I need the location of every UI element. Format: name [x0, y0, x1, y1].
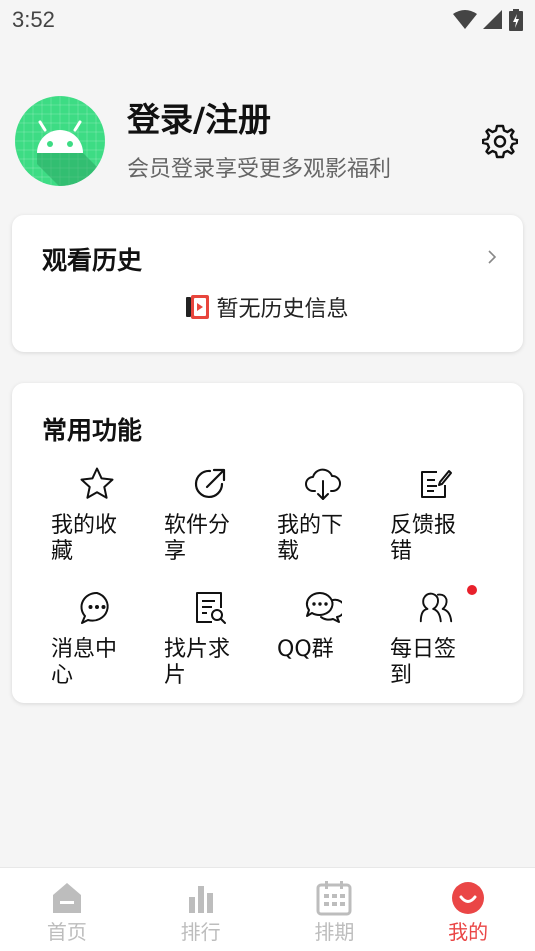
ranking-icon	[183, 880, 219, 916]
bottom-navigation: 首页 排行 排期 我的	[0, 867, 535, 951]
downloads-label: 我的下载	[277, 513, 344, 564]
wifi-icon	[453, 10, 477, 29]
android-robot-icon	[15, 96, 105, 186]
edit-icon	[417, 465, 455, 503]
chat-bubbles-icon	[304, 589, 342, 627]
nav-home-label: 首页	[46, 920, 87, 944]
notification-dot	[467, 585, 477, 595]
qq-group-label: QQ群	[277, 637, 334, 662]
feedback-item[interactable]: 反馈报错	[390, 465, 503, 589]
share-app-item[interactable]: 软件分享	[164, 465, 277, 589]
message-center-label: 消息中心	[51, 637, 118, 688]
downloads-item[interactable]: 我的下载	[277, 465, 390, 589]
history-empty-text: 暂无历史信息	[216, 297, 349, 322]
calendar-icon	[316, 880, 352, 916]
nav-schedule-label: 排期	[314, 920, 355, 944]
qq-group-item[interactable]: QQ群	[277, 589, 390, 713]
nav-mine[interactable]: 我的	[401, 868, 535, 951]
login-register-title[interactable]: 登录/注册	[127, 99, 480, 141]
common-functions-title: 常用功能	[42, 416, 143, 445]
gear-icon	[482, 124, 518, 159]
users-icon	[417, 589, 455, 627]
nav-home[interactable]: 首页	[0, 868, 134, 951]
document-search-icon	[191, 589, 229, 627]
message-icon	[78, 589, 116, 627]
settings-button[interactable]	[480, 121, 520, 161]
feedback-label: 反馈报错	[390, 513, 457, 564]
request-movie-item[interactable]: 找片求片	[164, 589, 277, 713]
status-icons	[453, 9, 523, 31]
chevron-right-icon[interactable]	[487, 249, 497, 265]
cloud-download-icon	[304, 465, 342, 503]
share-icon	[191, 465, 229, 503]
function-grid: 我的收藏 软件分享 我的下载 反馈报错 消息中心 找片求片 QQ群 每日签到	[51, 465, 503, 713]
battery-icon	[509, 9, 523, 31]
common-functions-card: 常用功能 我的收藏 软件分享 我的下载 反馈报错 消息中心 找片求片 QQ群 每…	[12, 383, 523, 703]
home-icon	[49, 880, 85, 916]
avatar[interactable]	[15, 96, 105, 186]
signal-icon	[483, 10, 502, 29]
request-movie-label: 找片求片	[164, 637, 231, 688]
profile-text: 登录/注册 会员登录享受更多观影福利	[127, 99, 480, 183]
status-bar: 3:52	[0, 0, 535, 40]
favorites-label: 我的收藏	[51, 513, 118, 564]
watch-history-card[interactable]: 观看历史 暂无历史信息	[12, 215, 523, 352]
nav-ranking-label: 排行	[180, 920, 221, 944]
daily-checkin-label: 每日签到	[390, 637, 457, 688]
star-icon	[78, 465, 116, 503]
profile-header[interactable]: 登录/注册 会员登录享受更多观影福利	[15, 95, 520, 187]
favorites-item[interactable]: 我的收藏	[51, 465, 164, 589]
profile-subtitle: 会员登录享受更多观影福利	[127, 157, 392, 182]
share-app-label: 软件分享	[164, 513, 231, 564]
history-empty-state: 暂无历史信息	[12, 291, 523, 323]
status-time: 3:52	[12, 7, 55, 32]
nav-mine-label: 我的	[448, 920, 489, 944]
nav-schedule[interactable]: 排期	[268, 868, 402, 951]
daily-checkin-item[interactable]: 每日签到	[390, 585, 503, 713]
video-book-icon	[186, 295, 210, 319]
watch-history-title: 观看历史	[42, 246, 143, 275]
nav-ranking[interactable]: 排行	[134, 868, 268, 951]
message-center-item[interactable]: 消息中心	[51, 589, 164, 713]
profile-icon	[450, 880, 486, 916]
